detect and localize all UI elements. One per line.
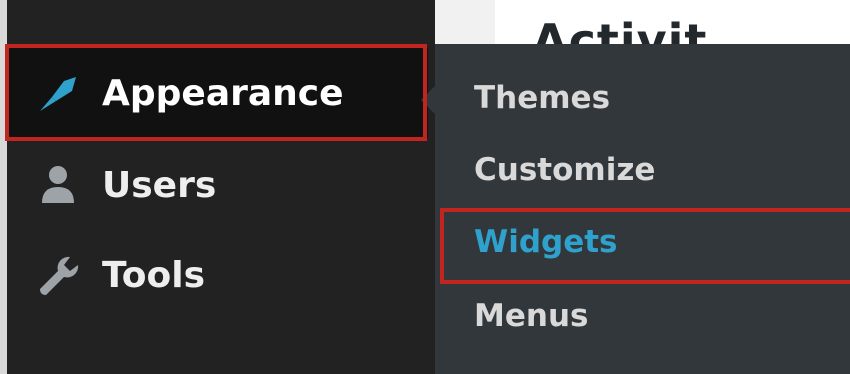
sidebar-item-label: Users — [102, 164, 217, 206]
sidebar-item-appearance[interactable]: Appearance — [8, 48, 428, 138]
submenu-item-customize[interactable]: Customize — [474, 152, 655, 188]
admin-sidebar: Appearance Users Tools — [0, 0, 435, 374]
sidebar-item-users[interactable]: Users — [8, 140, 428, 230]
submenu-item-menus[interactable]: Menus — [474, 298, 588, 334]
submenu-pointer — [421, 86, 435, 114]
wrench-icon — [34, 251, 82, 299]
submenu-item-themes[interactable]: Themes — [474, 80, 610, 116]
paintbrush-icon — [34, 69, 82, 117]
user-icon — [34, 161, 82, 209]
submenu-item-widgets[interactable]: Widgets — [474, 224, 618, 260]
sidebar-item-label: Appearance — [102, 72, 344, 114]
sidebar-item-tools[interactable]: Tools — [8, 230, 428, 320]
sidebar-item-label: Tools — [102, 254, 206, 296]
